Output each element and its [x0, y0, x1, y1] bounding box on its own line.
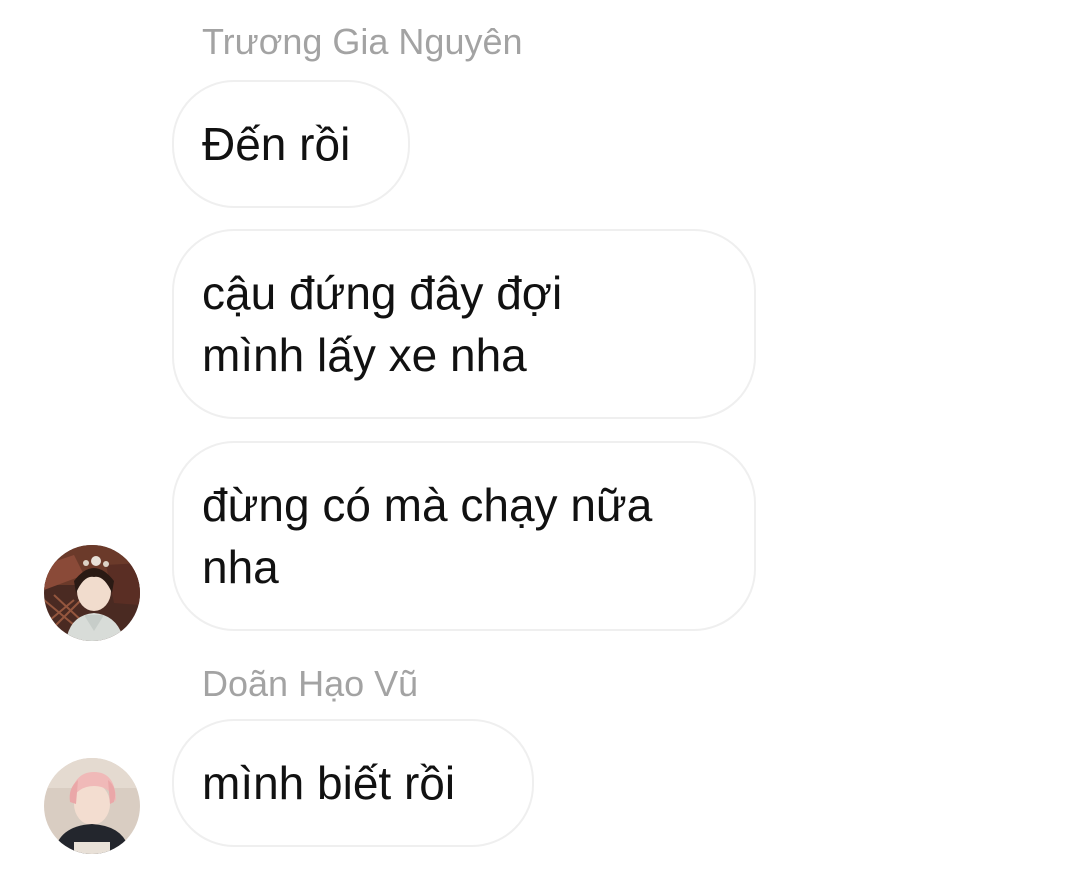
profile-photo-icon: [44, 758, 140, 854]
message-text: Đến rồi: [202, 118, 351, 170]
message-text: đừng có mà chạy nữa nha: [202, 479, 653, 593]
message-text: cậu đứng đây đợi mình lấy xe nha: [202, 267, 563, 381]
profile-photo-icon: [44, 545, 140, 641]
sender-name-doan-hao-vu: Doãn Hạo Vũ: [202, 663, 419, 704]
message-text: mình biết rồi: [202, 757, 456, 809]
message-bubble[interactable]: Đến rồi: [172, 80, 410, 208]
message-bubble[interactable]: cậu đứng đây đợi mình lấy xe nha: [172, 229, 756, 419]
avatar-doan-hao-vu[interactable]: [44, 758, 140, 854]
avatar-truong-gia-nguyen[interactable]: [44, 545, 140, 641]
sender-name-truong-gia-nguyen: Trương Gia Nguyên: [202, 21, 523, 62]
message-bubble[interactable]: mình biết rồi: [172, 719, 534, 847]
message-bubble[interactable]: đừng có mà chạy nữa nha: [172, 441, 756, 631]
